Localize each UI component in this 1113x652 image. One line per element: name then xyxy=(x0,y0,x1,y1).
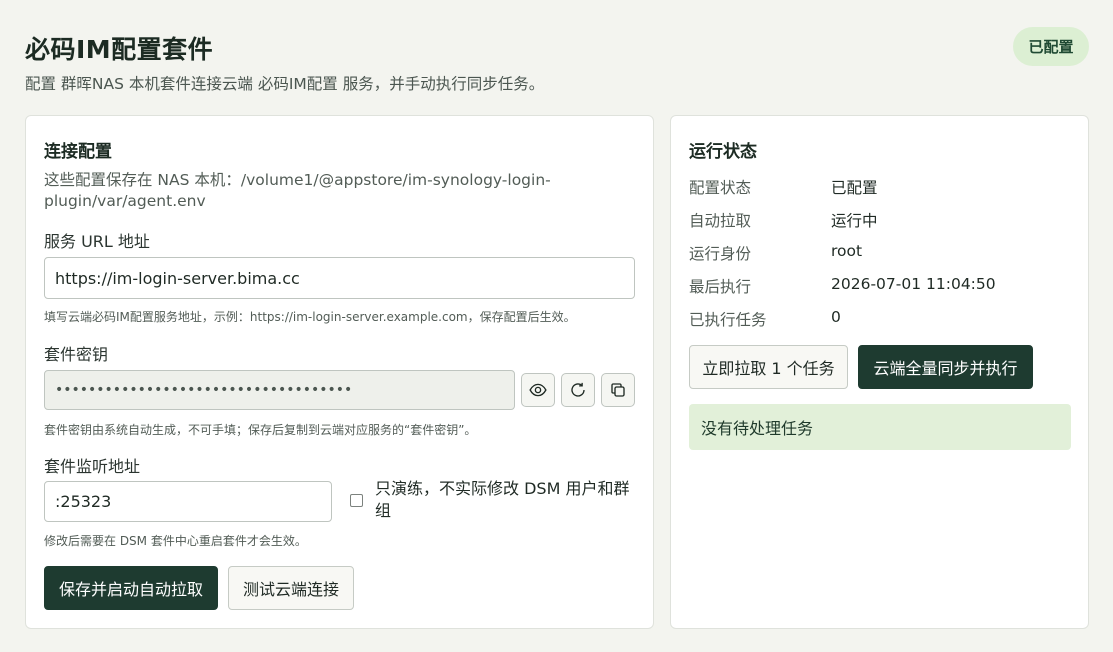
eye-icon xyxy=(529,383,547,397)
test-connection-button[interactable]: 测试云端连接 xyxy=(228,566,354,610)
status-value: root xyxy=(831,242,863,260)
dry-run-checkbox[interactable] xyxy=(350,494,363,507)
save-and-start-button[interactable]: 保存并启动自动拉取 xyxy=(44,566,218,610)
status-card-title: 运行状态 xyxy=(689,142,757,162)
service-url-hint: 填写云端必码IM配置服务地址，示例：https://im-login-serve… xyxy=(44,310,576,324)
regenerate-key-button[interactable] xyxy=(561,373,595,407)
page-subtitle: 配置 群晖NAS 本机套件连接云端 必码IM配置 服务，并手动执行同步任务。 xyxy=(25,75,545,93)
service-url-input[interactable]: https://im-login-server.bima.cc xyxy=(44,257,635,299)
status-value: 0 xyxy=(831,308,841,326)
config-path-description: 这些配置保存在 NAS 本机：/volume1/@appstore/im-syn… xyxy=(44,171,551,210)
page-title: 必码IM配置套件 xyxy=(25,35,214,64)
dry-run-label: 只演练，不实际修改 DSM 用户和群组 xyxy=(375,479,630,520)
listen-address-hint: 修改后需要在 DSM 套件中心重启套件才会生效。 xyxy=(44,534,307,548)
package-key-hint: 套件密钥由系统自动生成，不可手填；保存后复制到云端对应服务的“套件密钥”。 xyxy=(44,423,477,437)
pull-tasks-button[interactable]: 立即拉取 1 个任务 xyxy=(689,345,848,389)
status-key: 自动拉取 xyxy=(689,212,752,230)
package-key-field: •••••••••••••••••••••••••••••••••••• xyxy=(44,370,515,410)
package-key-label: 套件密钥 xyxy=(44,345,109,364)
status-value: 2026-07-01 11:04:50 xyxy=(831,275,996,293)
copy-icon xyxy=(611,383,625,397)
connection-config-card: 连接配置 这些配置保存在 NAS 本机：/volume1/@appstore/i… xyxy=(25,115,654,629)
listen-address-input[interactable]: :25323 xyxy=(44,481,332,522)
no-pending-tasks-notice: 没有待处理任务 xyxy=(689,404,1071,450)
status-value: 运行中 xyxy=(831,212,878,230)
copy-key-button[interactable] xyxy=(601,373,635,407)
status-key: 配置状态 xyxy=(689,179,752,197)
status-key: 最后执行 xyxy=(689,278,752,296)
full-sync-button[interactable]: 云端全量同步并执行 xyxy=(858,345,1033,389)
reveal-key-button[interactable] xyxy=(521,373,555,407)
service-url-label: 服务 URL 地址 xyxy=(44,232,150,251)
refresh-icon xyxy=(571,382,585,397)
status-key: 已执行任务 xyxy=(689,311,767,329)
status-value: 已配置 xyxy=(831,179,878,197)
listen-address-label: 套件监听地址 xyxy=(44,457,141,476)
connection-card-title: 连接配置 xyxy=(44,142,112,162)
runtime-status-card: 运行状态 配置状态 已配置 自动拉取 运行中 运行身份 root 最后执行 20… xyxy=(670,115,1089,629)
status-badge: 已配置 xyxy=(1013,27,1089,66)
status-key: 运行身份 xyxy=(689,245,752,263)
